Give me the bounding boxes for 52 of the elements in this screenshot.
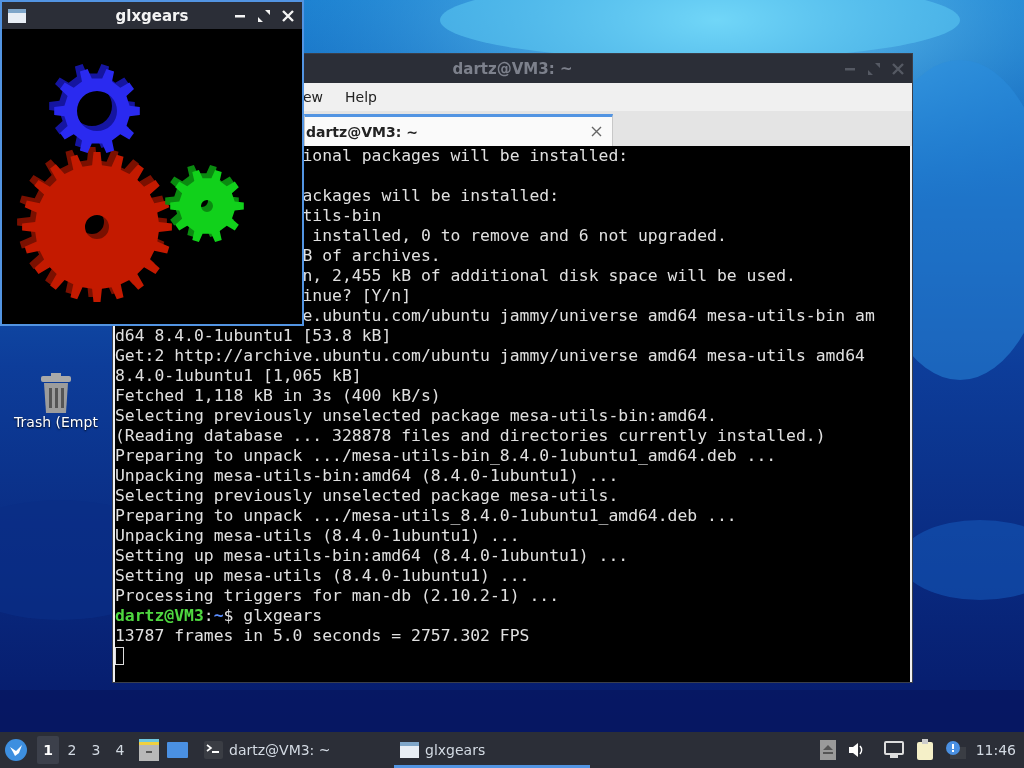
workspace-button[interactable]: 4 [109, 736, 131, 764]
terminal-line: Get:2 http://archive.ubuntu.com/ubuntu jammy/universe amd64 mesa-utils amd64 [115, 346, 865, 366]
eject-icon[interactable] [819, 740, 836, 760]
terminal-line: Selecting previously unselected package mesa-utils. [115, 486, 619, 506]
menu-item[interactable]: ew [303, 89, 324, 105]
start-menu-icon[interactable] [5, 739, 27, 761]
window-icon [400, 742, 419, 758]
terminal-line: Unpacking mesa-utils-bin:amd64 (8.4.0-1ubuntu1) ... [115, 466, 619, 486]
terminal-line: Fetched 1,118 kB in 3s (400 kB/s) [115, 386, 441, 406]
terminal-line: B of archives. [302, 246, 441, 266]
command-text: $ glxgears [223, 606, 323, 626]
prompt-separator: : [203, 606, 214, 626]
workspace-button[interactable]: 1 [37, 736, 59, 764]
terminal-line: Selecting previously unselected package mesa-utils-bin:amd64. [115, 406, 717, 426]
terminal-line: e.ubuntu.com/ubuntu jammy/universe amd64 mesa-utils-bin am [302, 306, 875, 326]
terminal-line: Processing triggers for man-db (2.10.2-1) ... [115, 586, 560, 606]
terminal-line: Preparing to unpack .../mesa-utils-bin_8.4.0-1ubuntu1_amd64.deb ... [115, 446, 777, 466]
volume-icon[interactable] [847, 742, 864, 758]
network-icon[interactable] [883, 741, 904, 759]
text-cursor [115, 647, 124, 665]
close-icon[interactable] [591, 126, 602, 137]
icon-label[interactable]: Trash (Empt [14, 414, 98, 430]
terminal-line: ional packages will be installed: [302, 146, 629, 166]
menu-item[interactable]: Help [345, 89, 377, 105]
terminal-icon [204, 741, 223, 759]
terminal-line: tils-bin [302, 206, 382, 226]
terminal-tab[interactable]: dartz@VM3: ~ [304, 114, 613, 146]
terminal-line: 8.4.0-1ubuntu1 [1,065 kB] [115, 366, 362, 386]
window-title: glxgears [115, 6, 189, 25]
taskbar-button[interactable]: glxgears [394, 732, 590, 768]
terminal-line: Preparing to unpack .../mesa-utils_8.4.0-1ubuntu1_amd64.deb ... [115, 506, 737, 526]
workspace-button[interactable]: 3 [85, 736, 107, 764]
terminal-line: n, 2,455 kB of additional disk space will be used. [302, 266, 796, 286]
notification-icon[interactable] [945, 741, 966, 759]
terminal-line: (Reading database ... 328878 files and directories currently installed.) [115, 426, 826, 446]
taskbar-button[interactable]: dartz@VM3: ~ [198, 732, 394, 768]
terminal-line: d64 8.4.0-1ubuntu1 [53.8 kB] [115, 326, 392, 346]
clock[interactable]: 11:46 [975, 742, 1016, 758]
prompt-user: dartz@VM3 [115, 606, 204, 626]
terminal-line: 13787 frames in 5.0 seconds = 2757.302 FPS [115, 626, 530, 646]
clipboard-icon[interactable] [915, 739, 934, 761]
terminal-line: installed, 0 to remove and 6 not upgraded. [311, 226, 727, 246]
prompt-path: ~ [213, 606, 224, 626]
terminal-line: Setting up mesa-utils-bin:amd64 (8.4.0-1ubuntu1) ... [115, 546, 629, 566]
terminal-line: inue? [Y/n] [302, 286, 412, 306]
file-cabinet-icon[interactable] [139, 739, 159, 761]
workspace-button[interactable]: 2 [61, 736, 83, 764]
window-title: dartz@VM3: ~ [452, 59, 573, 78]
maximize-icon[interactable] [258, 10, 270, 22]
terminal-line: ackages will be installed: [302, 186, 560, 206]
terminal-line: Unpacking mesa-utils (8.4.0-1ubuntu1) ... [115, 526, 520, 546]
terminal-line: Setting up mesa-utils (8.4.0-1ubuntu1) ... [115, 566, 530, 586]
